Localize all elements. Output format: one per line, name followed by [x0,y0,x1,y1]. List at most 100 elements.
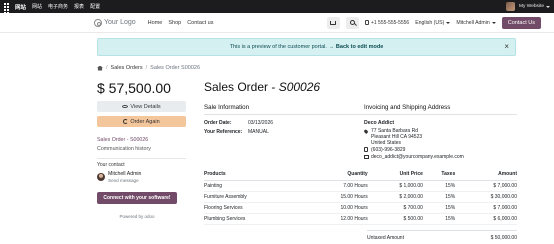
logo-text: Your Logo [104,19,136,26]
contact-name: Mitchell Admin [108,171,142,177]
breadcrumb-separator: / [106,65,108,71]
col-taxes: Taxes [422,168,456,181]
top-menu-reports[interactable]: 报表 [74,3,84,11]
view-details-button[interactable]: View Details [97,101,186,112]
cell-product: Furniture Assembly [204,191,305,203]
cell-taxes: 15% [422,202,456,214]
search-icon [349,20,355,25]
contact-card: Mitchell Admin Send message [97,171,187,183]
company-name: Deco Addict [364,120,395,126]
cell-amount: $ 6,000.00 [455,213,517,225]
col-quantity: Quantity [304,168,368,181]
reference-label: Your Reference: [204,129,243,135]
logo-icon [94,18,102,27]
cell-unit-price: $ 700.00 [367,202,423,214]
cell-unit-price: $ 2,000.00 [367,191,423,203]
top-system-bar: 网站 网站 电子商务 报表 配置 My Website [0,0,554,17]
breadcrumb-separator: / [145,65,148,71]
nav-link-home[interactable]: Home [148,20,163,26]
portal-preview-banner: This is a preview of the customer portal… [97,38,516,56]
back-to-edit-link[interactable]: → Back to edit mode [329,44,383,50]
cell-product: Flooring Services [204,202,305,214]
breadcrumb-sales-orders[interactable]: Sales Orders [111,65,143,71]
order-main: Sales Order - S00026 Sale Information Or… [204,80,517,161]
language-selector[interactable]: English (US) [415,19,451,26]
cell-unit-price: $ 500.00 [367,213,423,225]
top-menu-website[interactable]: 网站 [32,3,42,11]
cell-amount: $ 30,000.00 [455,191,517,203]
chevron-down-icon [546,5,550,8]
eye-icon [122,105,129,108]
site-logo[interactable]: Your Logo [94,18,136,27]
cell-taxes: 15% [422,180,456,192]
reference-value: MANUAL [248,129,269,135]
table-row: Furniture Assembly 15.00 Hours $ 2,000.0… [204,191,517,203]
phone-icon [364,20,369,25]
communication-history-link[interactable]: Communication history [97,146,187,152]
cart-icon [330,20,337,25]
table-row: Plumbing Services 12.00 Hours $ 500.00 1… [204,213,517,225]
redo-icon [123,119,129,124]
col-unit-price: Unit Price [367,168,423,181]
cell-amount: $ 7,000.00 [455,202,517,214]
order-sidebar: $ 57,500.00 View Details Order Again Sal… [97,80,187,219]
apps-grid-icon[interactable] [4,3,11,17]
table-header-row: Products Quantity Unit Price Taxes Amoun… [204,168,517,181]
phone-icon [364,147,368,152]
contact-us-button[interactable]: Contact Us [501,16,541,29]
map-pin-icon [363,128,369,135]
page-title-prefix: Sales Order - [204,80,279,94]
nav-link-contact[interactable]: Contact us [187,20,213,26]
order-again-label: Order Again [130,118,160,125]
address-title: Invoicing and Shipping Address [364,104,517,115]
view-details-label: View Details [130,103,161,110]
search-button[interactable] [345,16,359,29]
close-icon[interactable]: × [504,43,509,51]
contact-phone: (603)-996-3829 [371,147,406,153]
user-menu[interactable]: Mitchell Admin [456,19,496,26]
user-avatar[interactable] [506,2,516,11]
order-date-label: Order Date: [204,120,232,126]
phone-number: +1 555-555-5556 [370,19,410,26]
order-link[interactable]: Sales Order - S00026 [97,137,187,143]
cart-button[interactable] [326,16,340,29]
untaxed-amount-value: $ 50,000.00 [490,235,517,241]
contact-title: Your contact [97,162,125,168]
order-again-button[interactable]: Order Again [97,116,186,127]
address-line-3: United States [371,140,402,146]
cell-quantity: 12.00 Hours [304,213,368,225]
cell-taxes: 15% [422,191,456,203]
user-menu-label: Mitchell Admin [456,19,490,26]
cell-unit-price: $ 1,000.00 [367,180,423,192]
page-title: Sales Order - S00026 [204,80,517,94]
home-icon[interactable] [97,65,103,71]
top-menu-app-name[interactable]: 网站 [15,3,26,11]
sale-information-title: Sale Information [204,104,364,115]
chevron-down-icon [491,21,496,24]
phone-link[interactable]: +1 555-555-5556 [364,19,410,26]
banner-text: This is a preview of the customer portal… [229,44,327,50]
cell-product: Plumbing Services [204,213,305,225]
contact-email[interactable]: deco_addict@yourcompany.example.com [371,154,464,160]
site-switcher-label: My Website [519,4,544,9]
order-date-value: 03/13/2026 [248,120,274,126]
untaxed-amount-row: Untaxed Amount $ 50,000.00 [367,230,517,241]
connect-software-button[interactable]: Connect with your software! [97,192,177,204]
page-title-number: S00026 [278,80,321,94]
col-products: Products [204,168,305,181]
send-message-link[interactable]: Send message [108,178,141,183]
top-menu-ecommerce[interactable]: 电子商务 [48,3,68,11]
cell-quantity: 15.00 Hours [304,191,368,203]
language-label: English (US) [415,19,445,26]
order-total-amount: $ 57,500.00 [97,80,171,96]
site-switcher[interactable]: My Website [519,4,550,9]
breadcrumb-current: Sales Order S00026 [150,65,201,71]
website-navbar: Your Logo Home Shop Contact us +1 555-55… [0,13,554,33]
avatar [97,173,105,181]
sale-information-section: Sale Information Order Date: 03/13/2026 … [204,104,364,161]
address-section: Invoicing and Shipping Address Deco Addi… [363,104,517,161]
cell-taxes: 15% [422,213,456,225]
breadcrumb: / Sales Orders / Sales Order S00026 [97,65,200,71]
nav-link-shop[interactable]: Shop [168,20,181,26]
top-menu-config[interactable]: 配置 [90,3,100,11]
